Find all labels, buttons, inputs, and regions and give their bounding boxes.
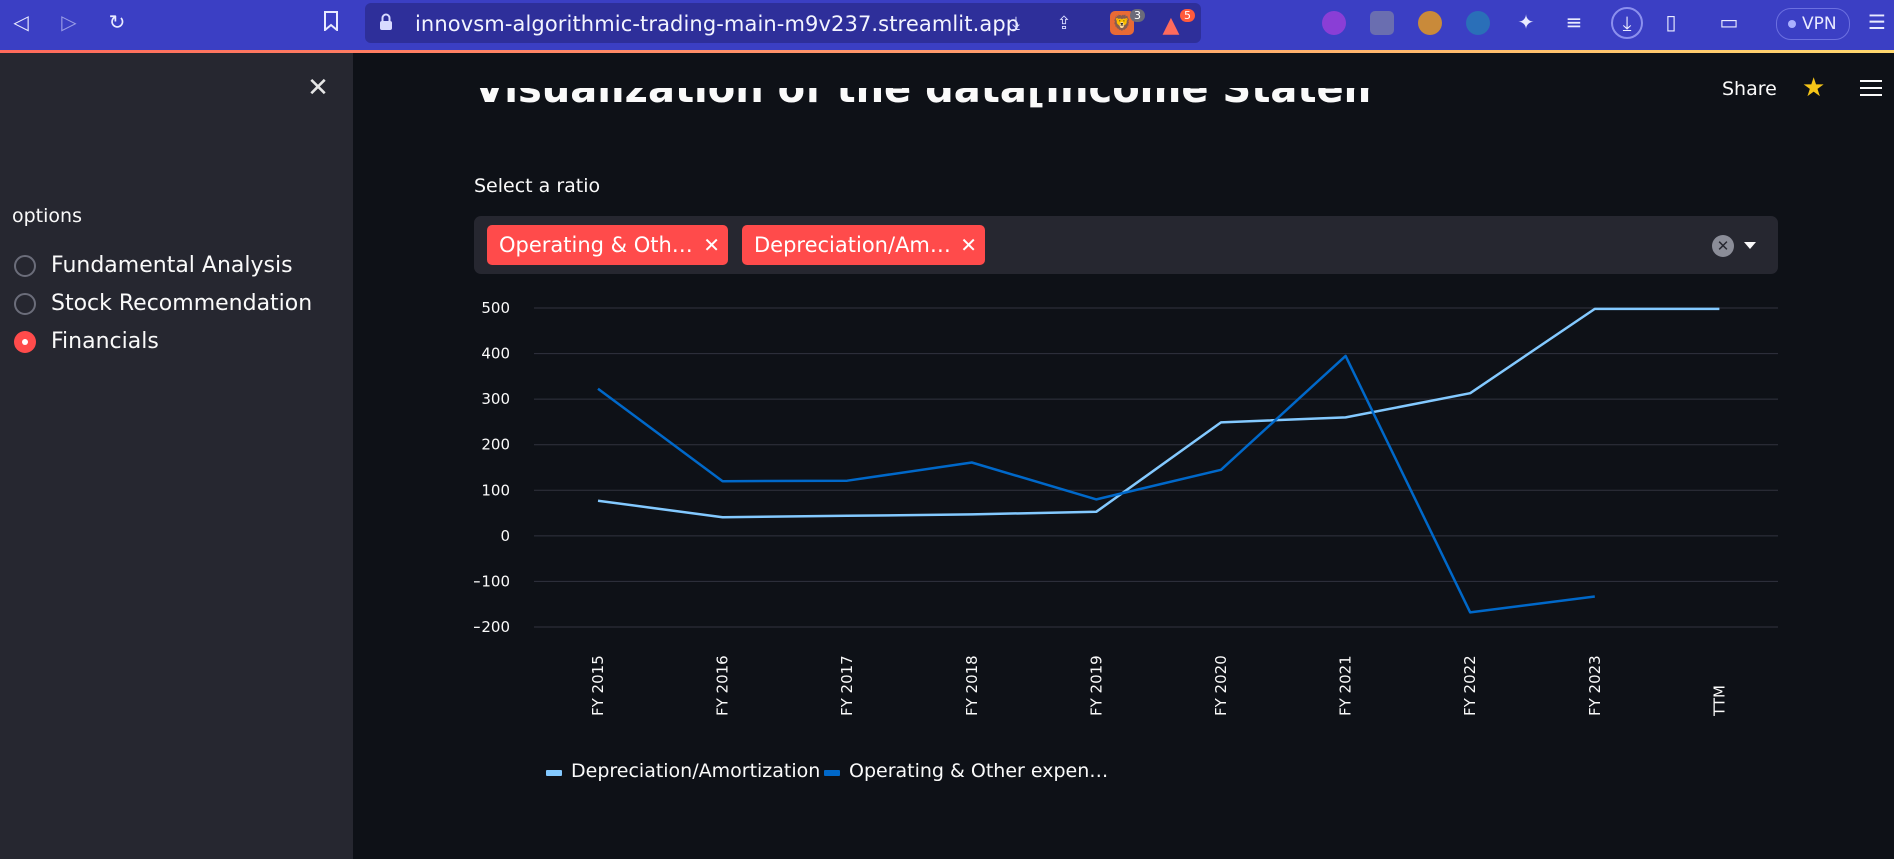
y-tick-label: 300	[481, 390, 510, 408]
y-tick-label: 500	[481, 299, 510, 317]
lock-icon	[379, 13, 397, 33]
selected-tag-depreciation[interactable]: Depreciation/Am… ✕	[742, 225, 985, 265]
gitzip-extension-icon[interactable]	[1370, 11, 1394, 35]
address-bar[interactable]: innovsm-algorithmic-trading-main-m9v237.…	[365, 3, 1201, 43]
y-tick-label: 100	[481, 481, 510, 499]
share-page-icon[interactable]: ⇪	[1053, 13, 1075, 35]
extension-w-icon[interactable]	[1322, 11, 1346, 35]
radio-label: Stock Recommendation	[51, 291, 313, 316]
x-tick-label: FY 2015	[589, 655, 607, 716]
series-line-depreciation[interactable]	[597, 307, 1720, 519]
radio-label: Fundamental Analysis	[51, 253, 293, 278]
globe-extension-icon[interactable]	[1466, 11, 1490, 35]
tag-label: Operating & Oth…	[499, 233, 693, 257]
legend-label: Depreciation/Amortization	[571, 760, 821, 782]
x-tick-label: FY 2022	[1461, 655, 1479, 716]
playlist-icon[interactable]: ≡	[1563, 11, 1585, 33]
brave-rewards-icon[interactable]: ▲	[1160, 13, 1182, 38]
reload-icon[interactable]: ↻	[106, 11, 128, 33]
share-button[interactable]: Share	[1722, 78, 1777, 100]
ratio-multiselect[interactable]: Operating & Oth… ✕ Depreciation/Am… ✕ ✕	[474, 216, 1778, 274]
series-line-operating[interactable]	[597, 354, 1595, 614]
install-app-icon[interactable]: ⤓	[1005, 13, 1027, 35]
bookmark-icon[interactable]	[320, 11, 342, 33]
y-tick-label: 0	[500, 527, 510, 545]
star-icon[interactable]: ★	[1802, 74, 1825, 102]
radio-circle[interactable]	[14, 293, 36, 315]
x-tick-label: FY 2017	[838, 655, 856, 716]
close-sidebar-icon[interactable]: ✕	[305, 75, 331, 101]
x-tick-label: FY 2021	[1337, 655, 1355, 716]
url-text: innovsm-algorithmic-trading-main-m9v237.…	[415, 12, 1020, 36]
y-tick-label: 200	[481, 436, 510, 454]
sidebar: ✕ options Fundamental Analysis Stock Rec…	[0, 53, 353, 859]
remove-tag-icon[interactable]: ✕	[960, 233, 977, 257]
browser-menu-icon[interactable]: ☰	[1866, 11, 1888, 33]
legend-swatch	[546, 770, 562, 776]
radio-circle-selected[interactable]	[14, 331, 36, 353]
legend-label: Operating & Other expen…	[849, 760, 1109, 782]
y-tick-label: −200	[474, 618, 510, 636]
y-tick-label: 400	[481, 345, 510, 363]
sidebar-toggle-icon[interactable]: ▯	[1660, 11, 1682, 33]
browser-toolbar: ◁ ▷ ↻ innovsm-algorithmic-trading-main-m…	[0, 0, 1894, 53]
radio-label: Financials	[51, 329, 159, 354]
extensions-puzzle-icon[interactable]: ✦	[1515, 11, 1537, 33]
vpn-label: VPN	[1802, 14, 1837, 34]
x-tick-label: FY 2023	[1586, 655, 1604, 716]
x-tick-label: TTM	[1710, 685, 1728, 717]
cookie-extension-icon[interactable]	[1418, 11, 1442, 35]
clear-all-icon[interactable]: ✕	[1712, 235, 1734, 257]
wallet-icon[interactable]: ▭	[1718, 11, 1740, 33]
back-icon[interactable]: ◁	[10, 11, 32, 33]
x-tick-label: FY 2016	[714, 655, 732, 716]
vpn-button[interactable]: VPN	[1776, 8, 1850, 40]
select-ratio-label: Select a ratio	[474, 175, 601, 197]
x-tick-label: FY 2018	[963, 655, 981, 716]
options-label: options	[12, 205, 82, 227]
chevron-down-icon[interactable]	[1744, 242, 1756, 249]
tag-label: Depreciation/Am…	[754, 233, 951, 257]
radio-circle[interactable]	[14, 255, 36, 277]
rewards-count-badge: 5	[1180, 9, 1195, 22]
shields-count-badge: 3	[1130, 9, 1145, 22]
page-title: Visualization of the data[Income Stateme…	[474, 88, 1374, 112]
legend-swatch	[824, 770, 840, 776]
downloads-icon[interactable]: ⤓	[1611, 7, 1643, 39]
x-tick-label: FY 2020	[1212, 655, 1230, 716]
x-tick-label: FY 2019	[1087, 655, 1105, 716]
remove-tag-icon[interactable]: ✕	[703, 233, 720, 257]
vpn-status-dot	[1788, 20, 1796, 28]
selected-tag-operating[interactable]: Operating & Oth… ✕	[487, 225, 728, 265]
y-tick-label: −100	[474, 572, 510, 590]
line-chart: 500 400 300 200 100 0 −100 −200 FY 2015 FY 2016 F…	[474, 299, 1778, 717]
main-menu-icon[interactable]	[1860, 80, 1882, 98]
page-title-wrapper: Visualization of the data[Income Stateme…	[474, 88, 1374, 140]
forward-icon[interactable]: ▷	[58, 11, 80, 33]
